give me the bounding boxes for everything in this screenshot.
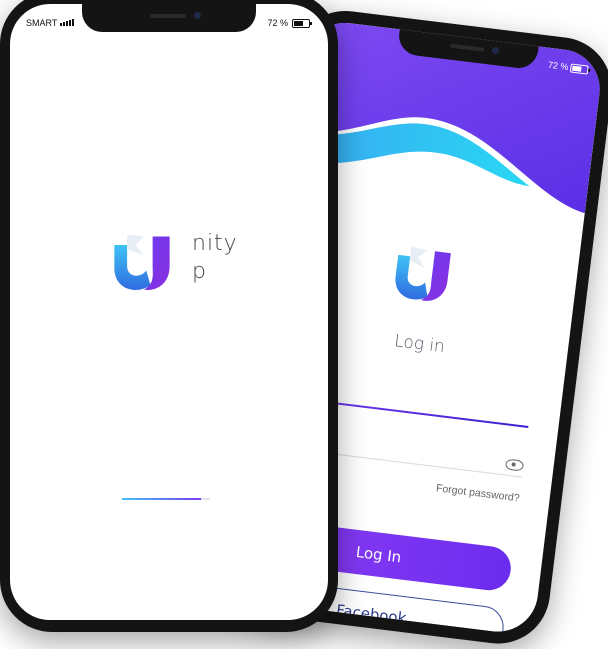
loading-bar-fill (122, 498, 202, 500)
speaker (449, 43, 485, 52)
brand-text-line1: nity (192, 231, 238, 256)
brand-logo: nity p (108, 229, 237, 300)
carrier-label: SMART (26, 18, 58, 28)
camera (491, 46, 500, 55)
loading-bar (122, 498, 210, 500)
brand-text-line2: p (192, 259, 207, 284)
splash-screen: SMART 72 % nity p (10, 4, 328, 620)
notch (82, 4, 256, 32)
speaker (150, 14, 186, 18)
forgot-password-link[interactable]: Forgot password? (435, 482, 520, 504)
logo-icon (395, 246, 451, 301)
signal-icon (60, 19, 74, 26)
camera (194, 12, 201, 19)
battery-icon (292, 19, 312, 28)
logo-icon (114, 234, 170, 291)
eye-icon[interactable] (504, 458, 525, 472)
battery-percent: 72 % (267, 18, 288, 28)
splash-phone: SMART 72 % nity p (0, 0, 338, 632)
